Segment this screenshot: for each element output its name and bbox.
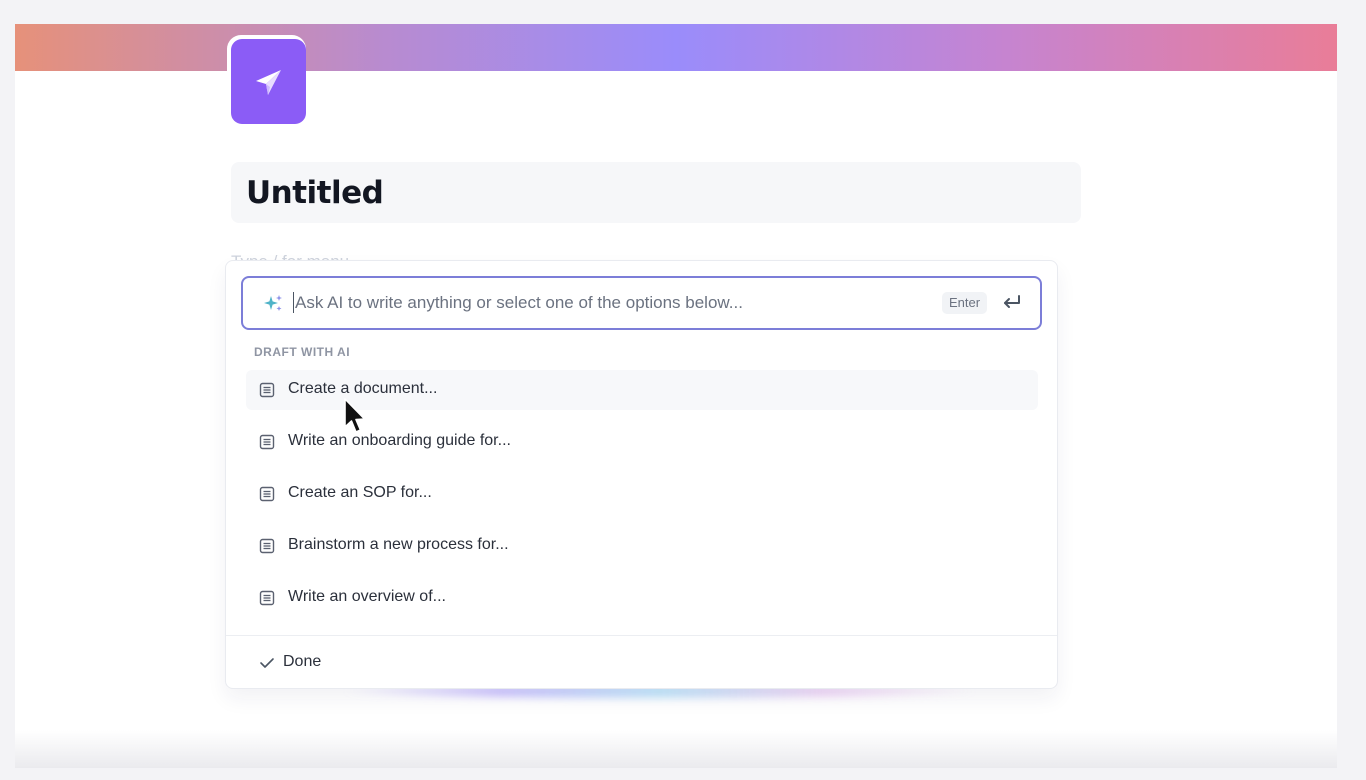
done-label: Done	[283, 653, 322, 670]
menu-item-label: Create a document...	[288, 380, 438, 397]
ai-menu-panel: Ask AI to write anything or select one o…	[225, 260, 1058, 689]
menu-divider	[226, 635, 1057, 636]
enter-key-badge[interactable]: Enter	[942, 292, 988, 314]
menu-item-label: Brainstorm a new process for...	[288, 536, 509, 553]
done-button[interactable]: Done	[246, 643, 1036, 683]
menu-item-label: Write an overview of...	[288, 588, 446, 605]
paper-plane-icon	[255, 69, 281, 95]
document-icon	[259, 538, 275, 554]
page-icon[interactable]	[227, 35, 306, 127]
document-icon	[259, 434, 275, 450]
text-caret	[293, 292, 294, 313]
page-icon-tile	[231, 39, 306, 124]
mouse-pointer-icon	[344, 398, 366, 433]
menu-item-label: Write an onboarding guide for...	[288, 432, 511, 449]
title-field[interactable]: Untitled	[231, 162, 1081, 223]
menu-item-brainstorm-process[interactable]: Brainstorm a new process for...	[246, 526, 1038, 566]
document-icon	[259, 486, 275, 502]
bottom-fade	[15, 730, 1337, 768]
ai-prompt-placeholder: Ask AI to write anything or select one o…	[295, 293, 743, 312]
document-icon	[259, 382, 275, 398]
enter-arrow-icon[interactable]	[1001, 293, 1023, 311]
menu-item-create-sop[interactable]: Create an SOP for...	[246, 474, 1038, 514]
document-icon	[259, 590, 275, 606]
ai-prompt-input[interactable]: Ask AI to write anything or select one o…	[241, 276, 1042, 330]
section-heading: DRAFT WITH AI	[254, 345, 351, 359]
sparkle-icon	[264, 295, 282, 311]
menu-item-label: Create an SOP for...	[288, 484, 432, 501]
cover-banner[interactable]	[15, 24, 1337, 71]
check-icon	[260, 658, 274, 668]
menu-item-write-overview[interactable]: Write an overview of...	[246, 578, 1038, 618]
page-title[interactable]: Untitled	[246, 175, 384, 211]
